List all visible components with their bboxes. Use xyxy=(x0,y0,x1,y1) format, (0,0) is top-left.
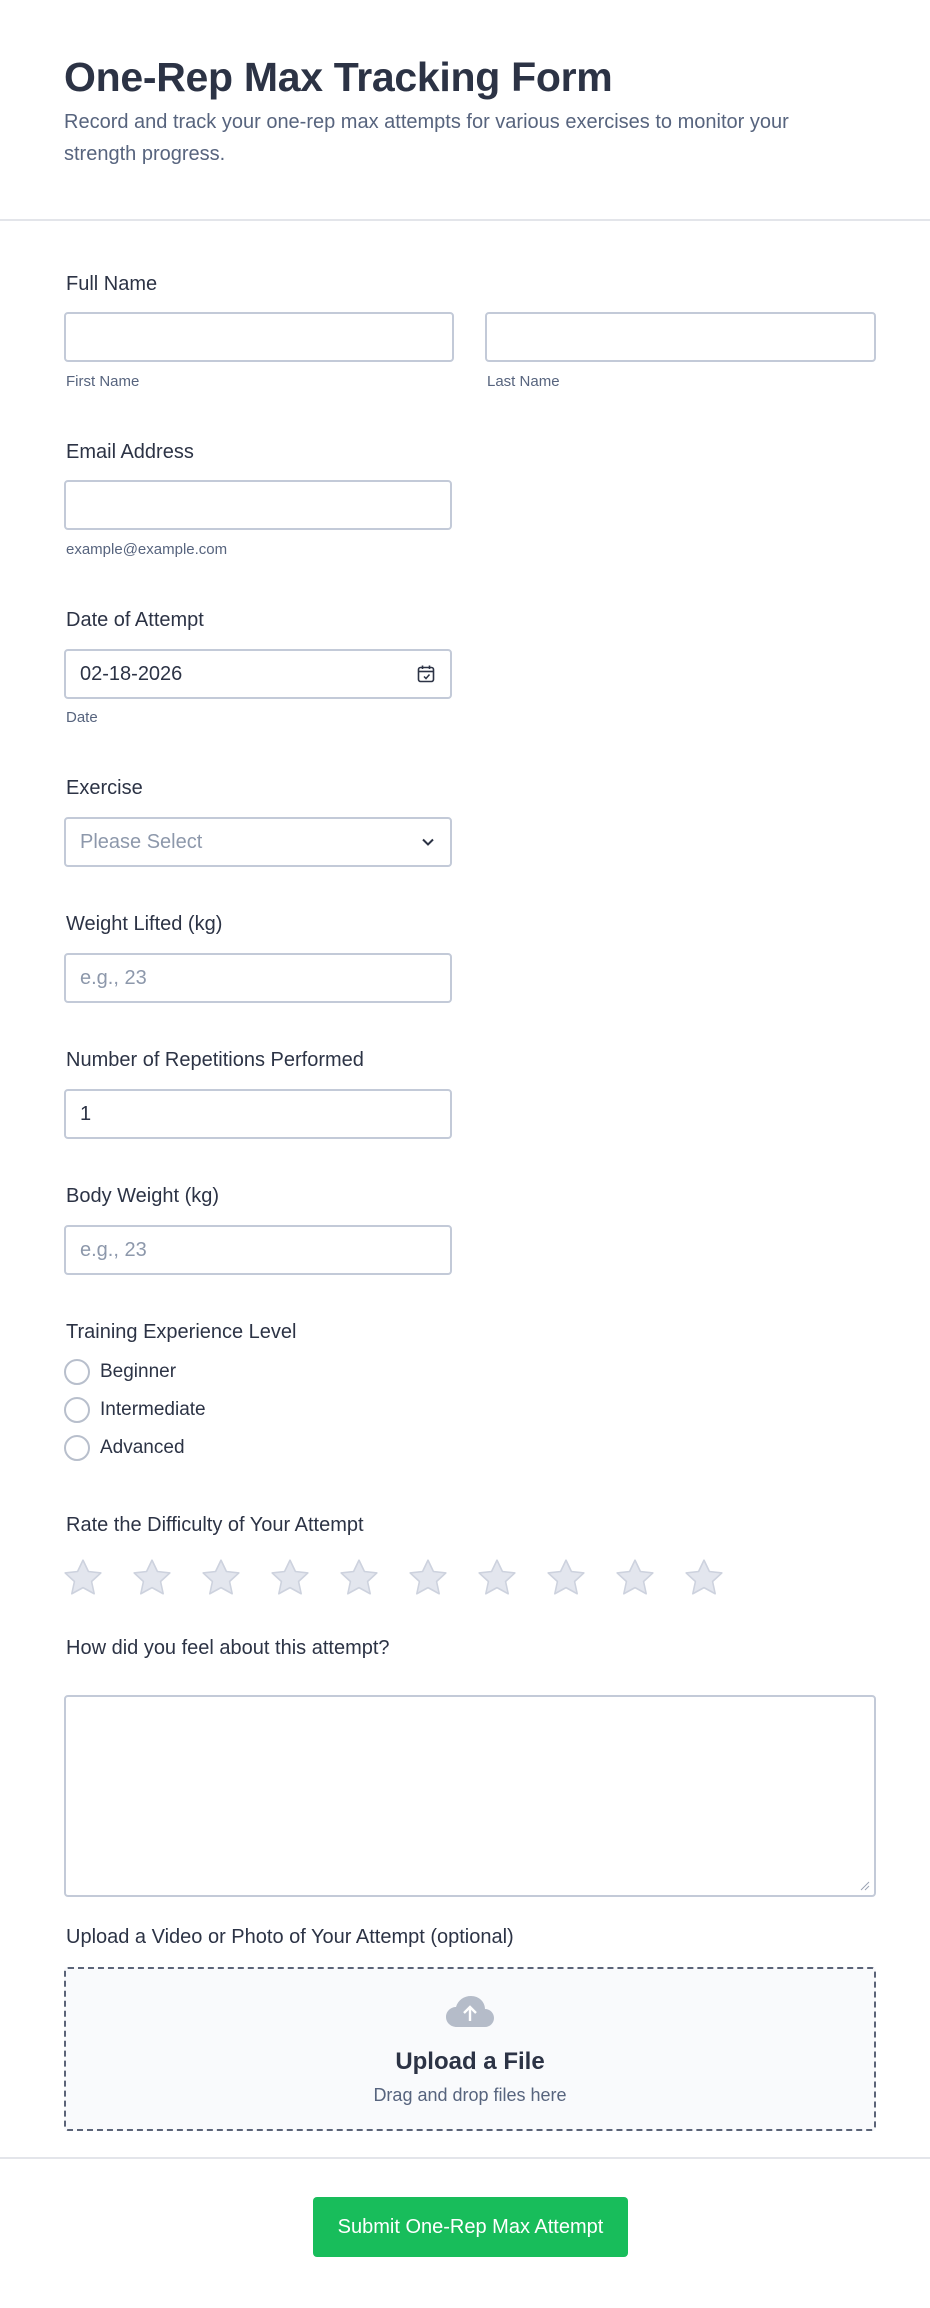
upload-label: Upload a Video or Photo of Your Attempt … xyxy=(66,1926,514,1948)
star-icon[interactable] xyxy=(269,1557,311,1599)
feeling-label: How did you feel about this attempt? xyxy=(66,1637,390,1659)
star-icon[interactable] xyxy=(62,1557,104,1599)
feeling-textarea[interactable] xyxy=(64,1695,876,1897)
exercise-select[interactable]: Please Select xyxy=(64,817,452,867)
upload-title: Upload a File xyxy=(395,2048,545,2075)
radio-label: Advanced xyxy=(100,1437,185,1458)
email-input[interactable] xyxy=(64,480,452,530)
radio-label: Intermediate xyxy=(100,1399,206,1420)
form-header: One-Rep Max Tracking Form Record and tra… xyxy=(0,0,930,221)
last-name-input[interactable] xyxy=(485,312,876,362)
last-name-sublabel: Last Name xyxy=(487,373,560,390)
radio-option-intermediate[interactable]: Intermediate xyxy=(64,1396,206,1424)
date-value: 02-18-2026 xyxy=(80,662,183,685)
page-subtitle: Record and track your one-rep max attemp… xyxy=(64,111,789,165)
body-weight-label: Body Weight (kg) xyxy=(66,1185,220,1207)
difficulty-label: Rate the Difficulty of Your Attempt xyxy=(66,1514,364,1536)
star-icon[interactable] xyxy=(407,1557,449,1599)
radio-button[interactable] xyxy=(64,1359,90,1385)
radio-option-beginner[interactable]: Beginner xyxy=(64,1358,176,1386)
exercise-placeholder: Please Select xyxy=(80,830,203,853)
radio-button[interactable] xyxy=(64,1397,90,1423)
experience-label: Training Experience Level xyxy=(66,1321,297,1343)
star-icon[interactable] xyxy=(476,1557,518,1599)
body-weight-input[interactable] xyxy=(64,1225,452,1275)
weight-input[interactable] xyxy=(64,953,452,1003)
file-upload-dropzone[interactable]: Upload a File Drag and drop files here xyxy=(64,1967,876,2131)
radio-option-advanced[interactable]: Advanced xyxy=(64,1434,185,1462)
email-label: Email Address xyxy=(66,441,194,463)
star-icon[interactable] xyxy=(131,1557,173,1599)
weight-label: Weight Lifted (kg) xyxy=(66,913,223,935)
calendar-icon[interactable] xyxy=(416,664,436,684)
reps-input[interactable] xyxy=(64,1089,452,1139)
date-input[interactable]: 02-18-2026 xyxy=(64,649,452,699)
star-icon[interactable] xyxy=(683,1557,725,1599)
star-rating xyxy=(62,1557,725,1599)
star-icon[interactable] xyxy=(200,1557,242,1599)
form-footer: Submit One-Rep Max Attempt xyxy=(0,2157,930,2308)
star-icon[interactable] xyxy=(545,1557,587,1599)
upload-hint: Drag and drop files here xyxy=(373,2085,567,2105)
first-name-input[interactable] xyxy=(64,312,454,362)
star-icon[interactable] xyxy=(614,1557,656,1599)
date-label: Date of Attempt xyxy=(66,609,204,631)
date-sublabel: Date xyxy=(66,709,98,726)
exercise-label: Exercise xyxy=(66,777,143,799)
chevron-down-icon xyxy=(422,838,434,846)
email-sublabel: example@example.com xyxy=(66,541,228,558)
reps-label: Number of Repetitions Performed xyxy=(66,1049,364,1071)
resize-handle-icon[interactable] xyxy=(858,1879,870,1891)
page-title: One-Rep Max Tracking Form xyxy=(64,54,613,100)
cloud-upload-icon xyxy=(446,1996,494,2027)
form-body: Full Name First Name Last Name Email Add… xyxy=(0,221,930,2157)
first-name-sublabel: First Name xyxy=(66,373,140,390)
radio-button[interactable] xyxy=(64,1435,90,1461)
star-icon[interactable] xyxy=(338,1557,380,1599)
full-name-label: Full Name xyxy=(66,273,158,295)
radio-label: Beginner xyxy=(100,1361,177,1382)
submit-button[interactable]: Submit One-Rep Max Attempt xyxy=(313,2197,628,2257)
